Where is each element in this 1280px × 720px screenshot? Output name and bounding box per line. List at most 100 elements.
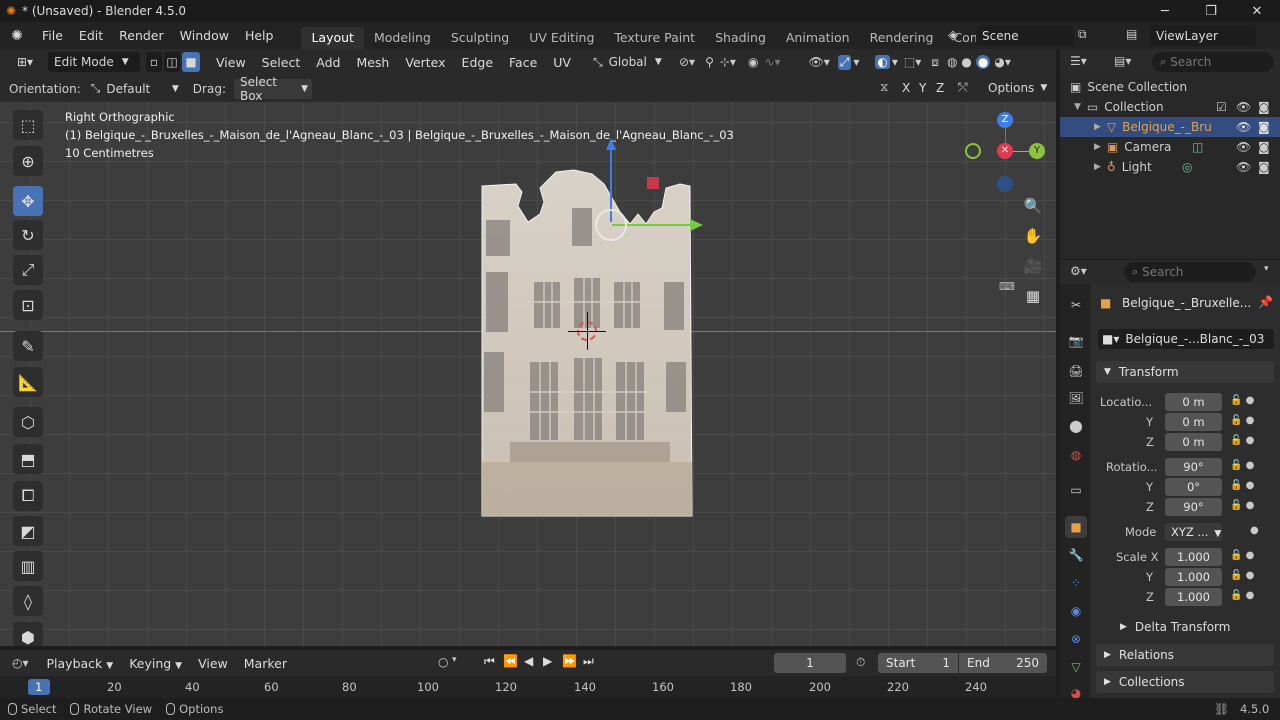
menu-keying[interactable]: Keying ▼ [121, 656, 190, 671]
perspective-toggle-icon[interactable]: ▦ [1019, 282, 1047, 310]
transform-panel-header[interactable]: ▼ Transform [1096, 361, 1274, 383]
object-name-field[interactable]: ■▾ Belgique_-...Blanc_-_03 [1098, 329, 1274, 349]
mirror-z-toggle[interactable]: Z [936, 81, 944, 95]
rotation-x-field[interactable]: 90° [1165, 458, 1222, 476]
rotation-y-field[interactable]: 0° [1165, 478, 1222, 496]
image-plane-mesh[interactable] [470, 162, 710, 522]
move-free-handle[interactable] [595, 209, 627, 241]
visibility-icon[interactable]: 👁▾ [809, 55, 830, 69]
tab-sculpting[interactable]: Sculpting [441, 27, 519, 49]
location-z-field[interactable]: 0 m [1165, 433, 1222, 451]
collection-camera-icon[interactable]: ◙ [1258, 100, 1270, 114]
start-frame-field[interactable]: Start 1 [878, 653, 958, 673]
solid-shading-icon[interactable]: ● [961, 55, 971, 69]
delta-transform-header[interactable]: ▶ Delta Transform [1120, 620, 1230, 634]
scale-x-field[interactable]: 1.000 [1165, 548, 1222, 566]
scale-z-field[interactable]: 1.000 [1165, 588, 1222, 606]
world-tab-icon[interactable]: ◍ [1065, 444, 1087, 466]
proportional-edit-icon[interactable]: ◉ [748, 55, 758, 69]
menu-help[interactable]: Help [237, 22, 282, 49]
scene-tab-icon[interactable]: ⬤ [1065, 415, 1087, 437]
mode-keyframe-icon[interactable]: ● [1250, 525, 1259, 536]
relations-panel-header[interactable]: ▶ Relations [1096, 644, 1274, 666]
menu-render[interactable]: Render [111, 22, 172, 49]
collections-panel-header[interactable]: ▶ Collections [1096, 671, 1274, 693]
gizmo-neg-z-axis[interactable] [997, 176, 1013, 192]
bevel-tool[interactable]: ◩ [13, 516, 43, 546]
tab-shading[interactable]: Shading [705, 27, 776, 49]
tool-tab-icon[interactable]: ✂ [1065, 294, 1087, 316]
move-plane-handle[interactable] [647, 177, 659, 189]
gizmo-z-axis[interactable]: Z [997, 112, 1013, 128]
lock-rotation-z-icon[interactable]: 🔓 ● [1230, 500, 1254, 511]
location-x-field[interactable]: 0 m [1165, 393, 1222, 411]
scene-name-field[interactable]: Scene [976, 25, 1074, 46]
expand-icon[interactable]: ▶ [1094, 162, 1101, 172]
orientation-dropdown[interactable]: ⤡ Default ▼ [87, 79, 183, 99]
move-y-arrowhead[interactable] [690, 219, 703, 231]
physics-tab-icon[interactable]: ◉ [1065, 600, 1087, 622]
outliner-collection[interactable]: ▼ ▭ Collection ☑ 👁 ◙ [1060, 97, 1280, 117]
rotation-mode-dropdown[interactable]: XYZ ... ▼ [1165, 523, 1222, 541]
gizmo-x-axis[interactable]: ✕ [997, 143, 1013, 159]
jump-start-icon[interactable]: ⏮ [484, 654, 495, 669]
item-camera-icon[interactable]: ◙ [1258, 160, 1270, 174]
item-eye-icon[interactable]: 👁 [1236, 120, 1251, 134]
menu-vertex[interactable]: Vertex [397, 55, 453, 70]
wireframe-shading-icon[interactable]: ◍ [947, 55, 957, 69]
editor-type-icon[interactable]: ⊞▾ [8, 52, 42, 72]
timeline-ruler[interactable]: 1 20 40 60 80 100 120 140 160 180 200 22… [0, 676, 1056, 698]
properties-search-input[interactable]: ⌕ Search [1124, 262, 1256, 282]
vertex-select-icon[interactable]: ▫ [146, 52, 162, 72]
lock-location-y-icon[interactable]: 🔓 ● [1230, 415, 1254, 426]
menu-view[interactable]: View [208, 55, 254, 70]
scene-selector-icon[interactable]: ◈ [948, 28, 958, 43]
view-layer-icon[interactable]: ▤ [1126, 27, 1137, 41]
select-box-tool[interactable]: ⬚ [13, 110, 43, 140]
play-icon[interactable]: ▶ [543, 654, 552, 668]
play-reverse-icon[interactable]: ◀ [524, 654, 533, 668]
output-tab-icon[interactable]: 🖨 [1065, 360, 1087, 382]
next-keyframe-icon[interactable]: ⏩ [562, 654, 577, 668]
transform-tool[interactable]: ⊡ [13, 290, 43, 320]
3d-viewport[interactable]: Right Orthographic (1) Belgique_-_Bruxel… [0, 102, 1056, 646]
zoom-icon[interactable]: 🔍 [1019, 192, 1047, 220]
rotation-z-field[interactable]: 90° [1165, 498, 1222, 516]
collapse-icon[interactable]: ▼ [1074, 102, 1081, 112]
outliner-search-input[interactable]: ⌕ Search [1152, 52, 1274, 72]
auto-keying-icon[interactable]: ○ [438, 655, 448, 669]
menu-playback[interactable]: Playback ▼ [39, 656, 122, 671]
mirror-x-toggle[interactable]: X [902, 81, 910, 95]
snap-icon[interactable]: ⚲ [705, 55, 714, 69]
menu-add[interactable]: Add [308, 55, 348, 70]
lock-location-z-icon[interactable]: 🔓 ● [1230, 435, 1254, 446]
new-scene-icon[interactable]: ⧉ [1078, 27, 1087, 42]
menu-timeline-view[interactable]: View [190, 656, 236, 671]
proportional-falloff-icon[interactable]: ∿▾ [764, 55, 780, 69]
keying-dropdown-icon[interactable]: ▾ [452, 655, 457, 665]
camera-view-icon[interactable]: 🎥 [1019, 252, 1047, 280]
gizmo-y-axis[interactable]: Y [1029, 143, 1045, 159]
object-tab-icon[interactable]: ■ [1065, 516, 1087, 538]
outliner-item-light[interactable]: ▶ ♁ Light ◎ 👁 ◙ [1060, 157, 1280, 177]
current-frame-field[interactable]: 1 [774, 653, 846, 673]
xray-icon[interactable]: ⧈ [931, 55, 939, 70]
tab-rendering[interactable]: Rendering [860, 27, 944, 49]
preview-range-icon[interactable]: ⏱ [856, 655, 865, 670]
mirror-y-toggle[interactable]: Y [919, 81, 926, 95]
scale-y-field[interactable]: 1.000 [1165, 568, 1222, 586]
tab-texture-paint[interactable]: Texture Paint [604, 27, 705, 49]
rotate-tool[interactable]: ↻ [13, 220, 43, 250]
gamepad-icon[interactable]: ⌨ [999, 280, 1015, 293]
gizmo-dropdown-icon[interactable]: ▾ [853, 55, 859, 69]
item-camera-icon[interactable]: ◙ [1258, 120, 1270, 134]
overlays-dropdown-icon[interactable]: ▾ [892, 55, 898, 69]
edge-select-icon[interactable]: ◫ [164, 52, 180, 72]
auto-merge-icon[interactable]: ⤲ [958, 80, 968, 95]
measure-tool[interactable]: 📐 [13, 367, 43, 397]
loop-cut-tool[interactable]: ▥ [13, 551, 43, 581]
lock-rotation-y-icon[interactable]: 🔓 ● [1230, 480, 1254, 491]
modifiers-tab-icon[interactable]: 🔧 [1065, 544, 1087, 566]
pan-hand-icon[interactable]: ✋ [1019, 222, 1047, 250]
menu-marker[interactable]: Marker [236, 656, 295, 671]
